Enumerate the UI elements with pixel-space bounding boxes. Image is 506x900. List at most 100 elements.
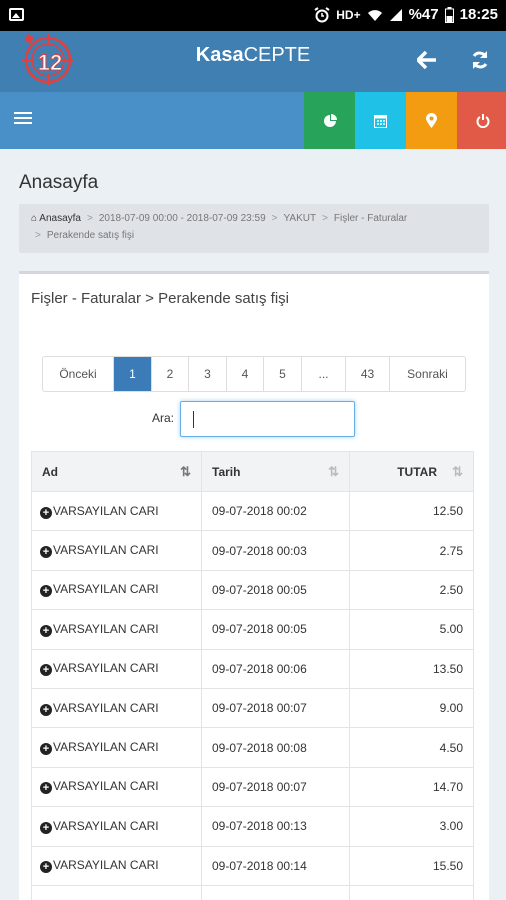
table-row[interactable]: + VARSAYILAN CARI 09-07-2018 00:06 13.50	[31, 648, 474, 689]
plus-circle-icon[interactable]: +	[40, 506, 52, 519]
breadcrumb: ⌂ Anasayfa >2018-07-09 00:00 - 2018-07-09…	[19, 204, 489, 253]
plus-circle-icon[interactable]: +	[40, 703, 52, 716]
table-row[interactable]: + VARSAYILAN CARI 09-07-2018 00:05 2.50	[31, 569, 474, 611]
plus-circle-icon[interactable]: +	[40, 743, 52, 756]
cell-name: +VARSAYILAN CARI	[31, 845, 202, 886]
cell-date: 09-07-2018 00:06	[201, 648, 350, 689]
breadcrumb-section[interactable]: Fişler - Faturalar	[334, 213, 407, 224]
table-row[interactable]: +VARSAYILAN CARI09-07-2018 00:173.00	[31, 884, 474, 900]
pager-page-3[interactable]: 3	[189, 357, 227, 391]
cell-amount: 4.50	[349, 727, 474, 768]
cell-date: 09-07-2018 00:05	[201, 609, 350, 650]
status-bar: HD+ %47 18:25	[0, 0, 506, 31]
wifi-icon	[367, 9, 382, 21]
cell-date: 09-07-2018 00:05	[201, 569, 350, 611]
table-row[interactable]: + VARSAYILAN CARI 09-07-2018 00:07 14.70	[31, 766, 474, 808]
pager-page-4[interactable]: 4	[227, 357, 264, 391]
pagination: Önceki 1 2 3 4 5 ... 43 Sonraki	[42, 356, 466, 392]
back-arrow-icon	[417, 51, 436, 69]
breadcrumb-branch[interactable]: YAKUT	[283, 213, 316, 224]
sort-icon: ⇅	[328, 464, 339, 479]
home-icon: ⌂	[31, 213, 38, 224]
cell-name: +VARSAYILAN CARI	[31, 609, 202, 650]
cell-date: 09-07-2018 00:17	[201, 884, 350, 900]
pager-page-43[interactable]: 43	[346, 357, 390, 391]
pager-prev[interactable]: Önceki	[43, 357, 114, 391]
cell-amount: 3.00	[349, 806, 474, 847]
location-icon	[426, 113, 437, 128]
cell-amount: 5.00	[349, 609, 474, 650]
cell-name: +VARSAYILAN CARI	[31, 806, 202, 847]
column-date[interactable]: Tarih ⇅	[201, 451, 350, 492]
table-row[interactable]: + VARSAYILAN CARI 09-07-2018 00:08 4.50	[31, 727, 474, 768]
cell-amount: 12.50	[349, 490, 474, 532]
sort-icon: ⇅	[452, 464, 463, 479]
table-row[interactable]: + VARSAYILAN CARI 09-07-2018 00:03 2.75	[31, 530, 474, 571]
search-input[interactable]	[180, 401, 355, 437]
panel-title: Fişler - Faturalar > Perakende satış fiş…	[31, 290, 290, 307]
pager-page-5[interactable]: 5	[264, 357, 302, 391]
sort-icon: ⇅	[180, 464, 191, 479]
pager-next[interactable]: Sonraki	[390, 357, 465, 391]
pager-page-1[interactable]: 1	[114, 357, 152, 391]
table-row[interactable]: + VARSAYILAN CARI 09-07-2018 00:14 15.50	[31, 845, 474, 886]
plus-circle-icon[interactable]: +	[40, 585, 52, 598]
plus-circle-icon[interactable]: +	[40, 861, 52, 874]
alarm-icon	[314, 6, 330, 22]
breadcrumb-range[interactable]: 2018-07-09 00:00 - 2018-07-09 23:59	[99, 213, 266, 224]
pager-page-2[interactable]: 2	[152, 357, 189, 391]
cell-amount: 15.50	[349, 845, 474, 886]
cell-amount: 13.50	[349, 648, 474, 689]
pager-ellipsis: ...	[302, 357, 346, 391]
cell-name: +VARSAYILAN CARI	[31, 727, 202, 768]
signal-icon	[389, 8, 402, 21]
cell-amount: 2.75	[349, 530, 474, 571]
table-row[interactable]: + VARSAYILAN CARI 09-07-2018 00:05 5.00	[31, 609, 474, 650]
plus-circle-icon[interactable]: +	[40, 664, 52, 677]
cell-name: +VARSAYILAN CARI	[31, 687, 202, 729]
cell-date: 09-07-2018 00:03	[201, 530, 350, 571]
table-row[interactable]: + VARSAYILAN CARI 09-07-2018 00:02 12.50	[31, 490, 474, 532]
table-row[interactable]: + VARSAYILAN CARI 09-07-2018 00:13 3.00	[31, 806, 474, 847]
logout-button[interactable]	[457, 92, 506, 149]
cell-amount: 2.50	[349, 569, 474, 611]
refresh-button[interactable]	[465, 45, 495, 75]
battery-icon	[444, 6, 454, 23]
refresh-icon	[472, 51, 488, 69]
page-title: Anasayfa	[19, 172, 99, 193]
pie-chart-icon	[323, 113, 337, 127]
battery-level: %47	[408, 6, 439, 23]
plus-circle-icon[interactable]: +	[40, 546, 52, 559]
cell-name: +VARSAYILAN CARI	[31, 884, 202, 900]
cell-date: 09-07-2018 00:07	[201, 766, 350, 808]
cell-date: 09-07-2018 00:14	[201, 845, 350, 886]
cell-date: 09-07-2018 00:13	[201, 806, 350, 847]
cell-name: +VARSAYILAN CARI	[31, 530, 202, 571]
column-name[interactable]: Ad ⇅	[31, 451, 202, 492]
power-icon	[476, 113, 489, 128]
cell-name: +VARSAYILAN CARI	[31, 490, 202, 532]
menu-icon[interactable]	[14, 112, 32, 128]
cell-date: 09-07-2018 00:02	[201, 490, 350, 532]
plus-circle-icon[interactable]: +	[40, 782, 52, 795]
cell-name: +VARSAYILAN CARI	[31, 569, 202, 611]
hd-indicator: HD+	[336, 7, 361, 22]
cell-date: 09-07-2018 00:08	[201, 727, 350, 768]
breadcrumb-current: Perakende satış fişi	[46, 230, 135, 241]
app-header: 12 KasaCEPTE	[0, 31, 506, 92]
clock: 18:25	[459, 6, 498, 23]
calendar-button[interactable]	[355, 92, 406, 149]
reports-button[interactable]	[304, 92, 355, 149]
cell-amount: 14.70	[349, 766, 474, 808]
plus-circle-icon[interactable]: +	[40, 821, 52, 834]
plus-circle-icon[interactable]: +	[40, 624, 52, 637]
back-button[interactable]	[412, 45, 442, 75]
table-row[interactable]: + VARSAYILAN CARI 09-07-2018 00:07 9.00	[31, 687, 474, 729]
cell-amount: 9.00	[349, 687, 474, 729]
toolbar	[0, 92, 506, 149]
cell-date: 09-07-2018 00:07	[201, 687, 350, 729]
cell-name: +VARSAYILAN CARI	[31, 766, 202, 808]
location-button[interactable]	[406, 92, 457, 149]
column-amount[interactable]: TUTAR ⇅	[349, 451, 474, 492]
breadcrumb-home[interactable]: Anasayfa	[39, 213, 81, 224]
